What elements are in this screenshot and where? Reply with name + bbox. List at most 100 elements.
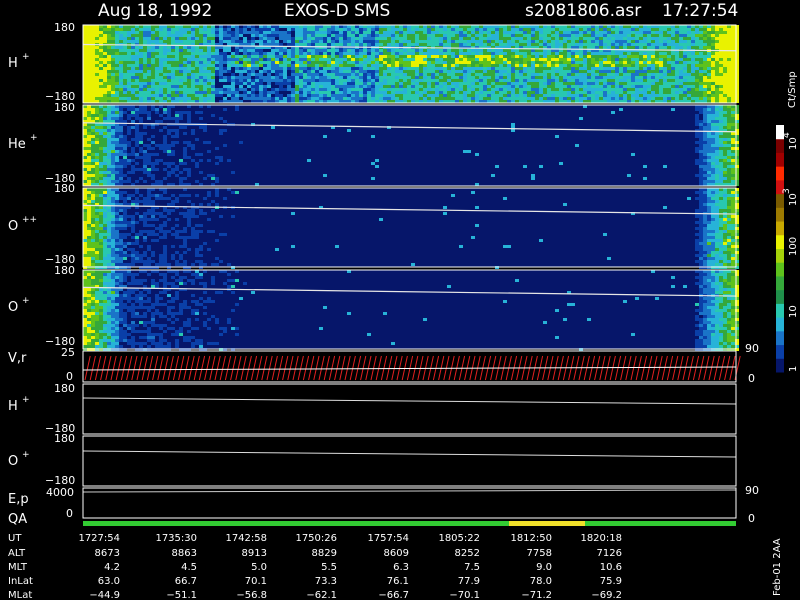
heatmap-cell [675, 40, 679, 43]
heatmap-cell [111, 129, 115, 132]
heatmap-cell [431, 64, 435, 67]
heatmap-cell [623, 46, 627, 49]
heatmap-cell [315, 85, 319, 88]
heatmap-cell [131, 31, 135, 34]
heatmap-cell [235, 94, 239, 97]
heatmap-cell [519, 64, 523, 67]
heatmap-cell [303, 64, 307, 67]
heatmap-cell [123, 94, 127, 97]
heatmap-cell [255, 79, 259, 82]
heatmap-cell [339, 37, 343, 40]
heatmap-cell [675, 31, 679, 34]
heatmap-cell [407, 85, 411, 88]
heatmap-cell [259, 58, 263, 61]
heatmap-cell [427, 40, 431, 43]
heatmap-cell [159, 34, 163, 37]
heatmap-cell [495, 61, 499, 64]
heatmap-cell [467, 150, 471, 153]
heatmap-cell [531, 76, 535, 79]
heatmap-cell [719, 97, 723, 100]
heatmap-cell [291, 61, 295, 64]
heatmap-cell [479, 34, 483, 37]
heatmap-cell [699, 37, 703, 40]
heatmap-cell [295, 73, 299, 76]
heatmap-cell [483, 64, 487, 67]
heatmap-cell [423, 40, 427, 43]
heatmap-cell [731, 37, 735, 40]
heatmap-cell [199, 171, 203, 174]
heatmap-cell [611, 111, 615, 114]
heatmap-cell [143, 168, 147, 171]
heatmap-cell [175, 111, 179, 114]
heatmap-cell [343, 52, 347, 55]
heatmap-cell [95, 28, 99, 31]
heatmap-cell [331, 73, 335, 76]
heatmap-cell [163, 135, 167, 138]
heatmap-cell [423, 97, 427, 100]
heatmap-cell [403, 91, 407, 94]
heatmap-cell [175, 94, 179, 97]
heatmap-cell [439, 31, 443, 34]
heatmap-cell [467, 43, 471, 46]
heatmap-cell [167, 49, 171, 52]
heatmap-cell [515, 85, 519, 88]
heatmap-cell [155, 67, 159, 70]
heatmap-cell [95, 171, 99, 174]
heatmap-cell [107, 73, 111, 76]
heatmap-cell [575, 40, 579, 43]
heatmap-cell [587, 28, 591, 31]
heatmap-cell [659, 52, 663, 55]
heatmap-cell [427, 91, 431, 94]
heatmap-cell [651, 46, 655, 49]
heatmap-cell [199, 73, 203, 76]
heatmap-cell [607, 85, 611, 88]
heatmap-cell [547, 67, 551, 70]
heatmap-cell [415, 31, 419, 34]
heatmap-cell [443, 31, 447, 34]
heatmap-cell [147, 58, 151, 61]
heatmap-cell [447, 88, 451, 91]
heatmap-cell [723, 55, 727, 58]
heatmap-cell [567, 85, 571, 88]
heatmap-cell [187, 120, 191, 123]
heatmap-cell [615, 82, 619, 85]
heatmap-cell [87, 174, 91, 177]
heatmap-cell [331, 79, 335, 82]
heatmap-cell [107, 159, 111, 162]
heatmap-cell [95, 126, 99, 129]
heatmap-cell [703, 132, 707, 135]
heatmap-cell [231, 79, 235, 82]
heatmap-cell [183, 76, 187, 79]
heatmap-cell [547, 52, 551, 55]
heatmap-cell [471, 55, 475, 58]
heatmap-cell [711, 85, 715, 88]
heatmap-cell [475, 67, 479, 70]
heatmap-cell [135, 70, 139, 73]
heatmap-cell [631, 82, 635, 85]
heatmap-cell [119, 82, 123, 85]
heatmap-cell [559, 64, 563, 67]
heatmap-cell [563, 70, 567, 73]
heatmap-cell [95, 174, 99, 177]
heatmap-cell [119, 28, 123, 31]
heatmap-cell [207, 67, 211, 70]
heatmap-cell [707, 34, 711, 37]
heatmap-cell [443, 34, 447, 37]
heatmap-cell [179, 67, 183, 70]
heatmap-cell [723, 180, 727, 183]
heatmap-cell [83, 147, 87, 150]
heatmap-cell [563, 73, 567, 76]
heatmap-cell [219, 70, 223, 73]
heatmap-cell [711, 40, 715, 43]
heatmap-cell [215, 177, 219, 180]
heatmap-cell [279, 94, 283, 97]
heatmap-cell [691, 31, 695, 34]
heatmap-cell [671, 79, 675, 82]
heatmap-cell [559, 43, 563, 46]
heatmap-cell [455, 58, 459, 61]
heatmap-cell [687, 67, 691, 70]
heatmap-cell [583, 67, 587, 70]
heatmap-cell [471, 70, 475, 73]
heatmap-cell [247, 85, 251, 88]
heatmap-cell [555, 97, 559, 100]
